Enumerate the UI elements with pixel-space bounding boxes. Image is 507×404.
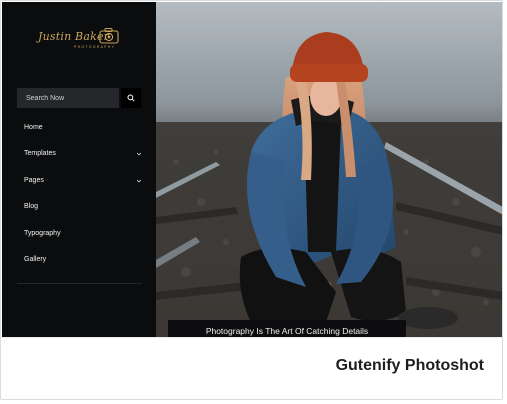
- main-menu: Home Templates Pages Blog Typography Gal…: [24, 124, 144, 282]
- hero-image: Photography Is The Art Of Catching Detai…: [156, 2, 502, 337]
- menu-item-gallery[interactable]: Gallery: [24, 256, 144, 282]
- camera-icon: [99, 28, 119, 44]
- hero-photo-illustration: [156, 2, 502, 337]
- menu-divider: [17, 283, 142, 284]
- logo-subtitle: PHOTOGRAPHY: [74, 45, 116, 49]
- menu-item-label: Home: [24, 124, 43, 131]
- site-logo[interactable]: Justin Baker PHOTOGRAPHY: [38, 26, 122, 54]
- menu-item-pages[interactable]: Pages: [24, 177, 144, 203]
- sidebar: Justin Baker PHOTOGRAPHY Search Now Home…: [2, 2, 156, 337]
- card-footer: Gutenify Photoshot: [1, 337, 502, 399]
- search-form: [17, 88, 141, 108]
- menu-item-templates[interactable]: Templates: [24, 150, 144, 176]
- chevron-down-icon[interactable]: [136, 178, 142, 184]
- search-icon: [127, 94, 135, 102]
- menu-item-typography[interactable]: Typography: [24, 230, 144, 256]
- hero-caption: Photography Is The Art Of Catching Detai…: [168, 320, 406, 337]
- menu-item-label: Pages: [24, 176, 44, 184]
- chevron-down-icon[interactable]: [136, 151, 142, 157]
- menu-item-label: Gallery: [24, 255, 47, 263]
- search-button[interactable]: [121, 88, 141, 108]
- menu-item-label: Templates: [24, 150, 56, 158]
- theme-preview[interactable]: Justin Baker PHOTOGRAPHY Search Now Home…: [2, 2, 502, 337]
- menu-item-label: Typography: [24, 229, 61, 237]
- menu-item-blog[interactable]: Blog: [24, 203, 144, 229]
- search-input[interactable]: [17, 88, 119, 108]
- menu-item-home[interactable]: Home: [24, 124, 144, 150]
- theme-title[interactable]: Gutenify Photoshot: [336, 357, 484, 375]
- menu-item-label: Blog: [24, 203, 39, 211]
- theme-card[interactable]: Justin Baker PHOTOGRAPHY Search Now Home…: [0, 0, 503, 400]
